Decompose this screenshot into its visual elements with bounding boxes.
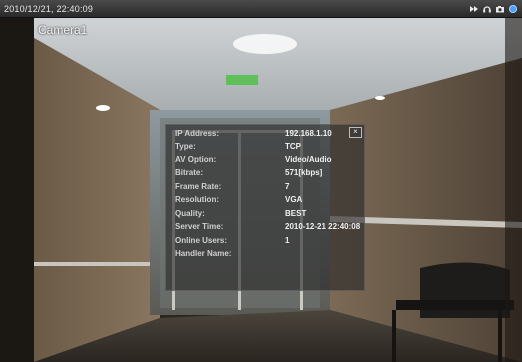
info-row-handler-name: Handler Name: (175, 249, 365, 261)
info-row-type: Type: TCP (175, 142, 365, 154)
info-row-quality: Quality: BEST (175, 209, 365, 221)
headset-icon[interactable] (482, 4, 492, 14)
info-key: Bitrate: (175, 168, 204, 177)
camera-video-view[interactable]: Camera1 × IP Address: 192.168.1.10 Type:… (0, 18, 522, 362)
info-row-bitrate: Bitrate: 571[kbps] (175, 168, 365, 180)
title-bar: 2010/12/21, 22:40:09 (0, 0, 522, 18)
info-row-av-option: AV Option: Video/Audio (175, 155, 365, 167)
info-value: 2010-12-21 22:40:08 (285, 222, 361, 231)
info-key: Quality: (175, 209, 205, 218)
info-key: AV Option: (175, 155, 217, 164)
info-value: 571[kbps] (285, 168, 323, 177)
info-row-online-users: Online Users: 1 (175, 236, 365, 248)
timestamp: 2010/12/21, 22:40:09 (4, 3, 94, 14)
info-key: Frame Rate: (175, 182, 222, 191)
toolbar-icons (469, 4, 518, 14)
info-value: BEST (285, 209, 307, 218)
info-key: Server Time: (175, 222, 224, 231)
info-value: 7 (285, 182, 290, 191)
info-row-ip-address: IP Address: 192.168.1.10 (175, 129, 365, 141)
info-key: Type: (175, 142, 196, 151)
info-value: Video/Audio (285, 155, 332, 164)
fast-forward-icon[interactable] (469, 4, 479, 14)
info-row-frame-rate: Frame Rate: 7 (175, 182, 365, 194)
camera-icon[interactable] (495, 4, 505, 14)
info-key: Handler Name: (175, 249, 232, 258)
info-key: IP Address: (175, 129, 220, 138)
info-value: 192.168.1.10 (285, 129, 332, 138)
circle-icon[interactable] (508, 4, 518, 14)
info-value: TCP (285, 142, 301, 151)
info-key: Resolution: (175, 195, 219, 204)
info-row-resolution: Resolution: VGA (175, 195, 365, 207)
info-key: Online Users: (175, 236, 228, 245)
info-row-server-time: Server Time: 2010-12-21 22:40:08 (175, 222, 365, 234)
info-value: VGA (285, 195, 303, 204)
info-value: 1 (285, 236, 290, 245)
stream-info-panel: × IP Address: 192.168.1.10 Type: TCP AV … (165, 124, 365, 291)
camera-name-label: Camera1 (38, 23, 88, 37)
